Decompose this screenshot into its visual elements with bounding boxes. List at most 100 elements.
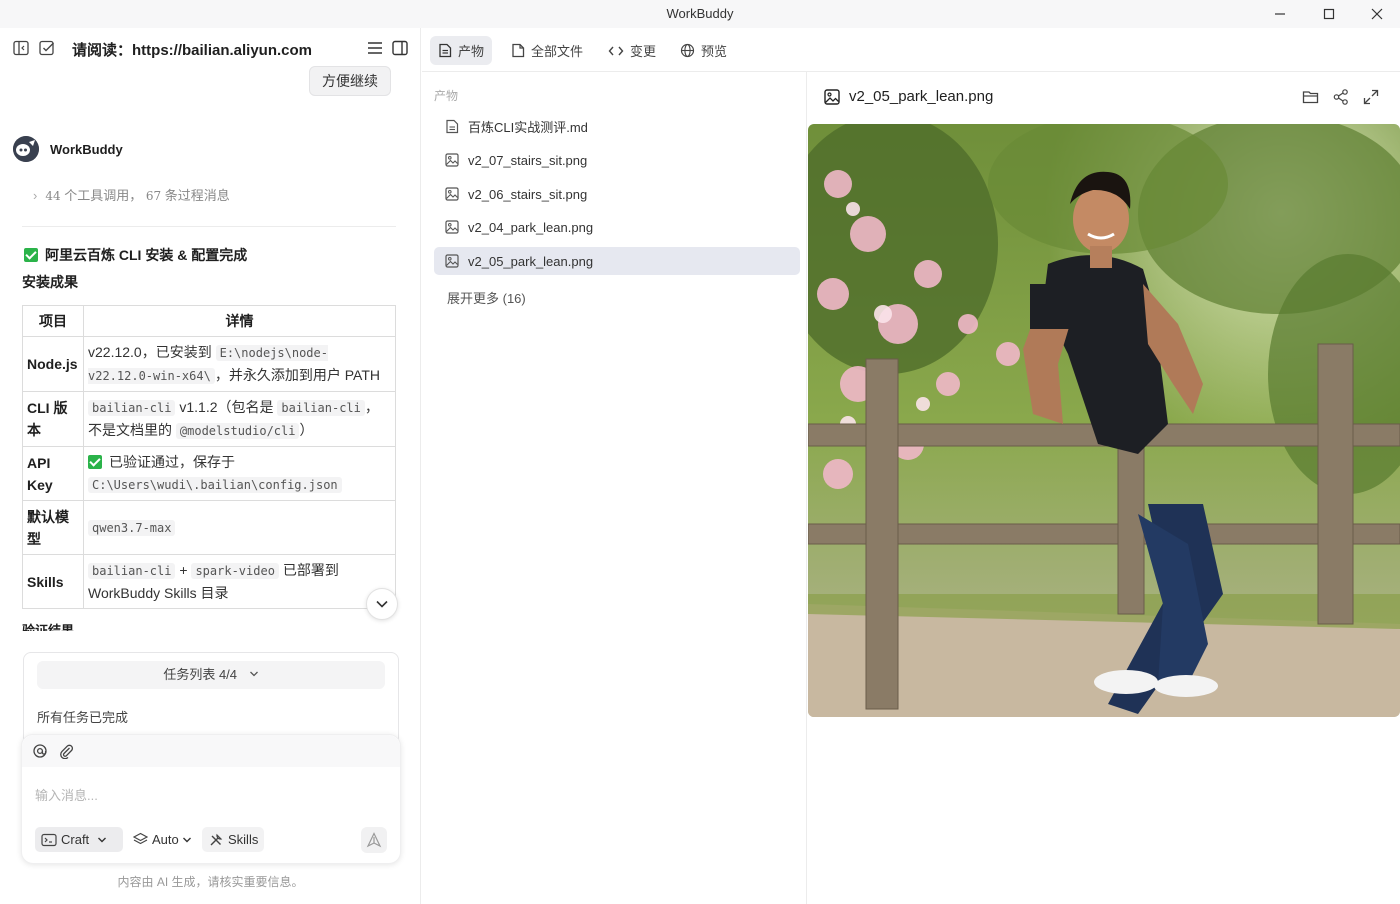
cell-code: bailian-cli — [277, 400, 365, 416]
artifact-file-list: 产物 百炼CLI实战测评.md v2_07_stairs_sit.png v2_… — [422, 72, 807, 904]
share-icon[interactable] — [1332, 88, 1350, 106]
mode-craft-select[interactable]: Craft — [35, 827, 123, 852]
agent-name: WorkBuddy — [50, 142, 123, 157]
send-button[interactable] — [361, 827, 387, 853]
table-cell-key: Node.js — [22, 336, 84, 392]
page-title: 请阅读：https://bailian.aliyun.com — [72, 42, 313, 59]
file-preview: v2_05_park_lean.png — [808, 72, 1400, 904]
table-cell-detail: qwen3.7-max — [83, 500, 396, 555]
menu-icon[interactable] — [366, 39, 384, 57]
cell-text: + — [175, 562, 192, 578]
split-view-icon[interactable] — [391, 39, 409, 57]
chevron-down-icon — [182, 837, 191, 842]
cell-code: bailian-cli — [88, 400, 176, 416]
cell-code: C:\Users\wudi\.bailian\config.json — [88, 477, 342, 493]
layers-icon — [133, 832, 148, 845]
close-button[interactable] — [1354, 0, 1400, 28]
preview-image — [808, 124, 1400, 717]
checklist-icon[interactable] — [38, 39, 56, 57]
title-bar: WorkBuddy — [0, 0, 1400, 28]
tab-all-files[interactable]: 全部文件 — [503, 36, 591, 65]
avatar — [13, 136, 39, 162]
window-title: WorkBuddy — [666, 6, 734, 21]
scroll-down-button[interactable] — [366, 588, 398, 620]
message-input[interactable] — [35, 783, 385, 807]
file-item[interactable]: v2_06_stairs_sit.png — [434, 180, 800, 208]
chevron-down-icon — [376, 600, 388, 608]
done-heading-text: 阿里云百炼 CLI 安装 & 配置完成 — [45, 247, 248, 263]
minimize-button[interactable] — [1257, 0, 1303, 28]
file-name: v2_07_stairs_sit.png — [468, 152, 588, 168]
panel-tabs: 产物 全部文件 变更 预览 — [422, 28, 1400, 72]
task-list-toggle[interactable]: 任务列表 4/4 — [37, 661, 385, 689]
file-icon — [512, 43, 525, 58]
file-item[interactable]: v2_04_park_lean.png — [434, 213, 800, 241]
maximize-icon — [1323, 8, 1335, 20]
tools-icon — [210, 833, 223, 845]
result-heading: 安装成果 — [22, 274, 78, 290]
chat-header: 请阅读：https://bailian.aliyun.com — [0, 28, 420, 68]
code-icon — [608, 46, 624, 55]
skills-label: Skills — [228, 832, 259, 847]
file-item[interactable]: 百炼CLI实战测评.md — [434, 112, 800, 140]
model-auto-select[interactable]: Auto — [127, 827, 195, 852]
skills-button[interactable]: Skills — [202, 827, 264, 852]
file-name: v2_06_stairs_sit.png — [468, 186, 588, 202]
minimize-icon — [1275, 13, 1285, 15]
tab-artifacts[interactable]: 产物 — [430, 36, 493, 65]
workbuddy-logo-icon — [13, 136, 39, 162]
globe-icon — [680, 43, 695, 58]
process-text: 条过程消息 — [164, 188, 230, 203]
cell-text: ，并永久添加到用户 PATH — [214, 367, 380, 383]
document-icon — [446, 119, 459, 133]
table-cell-detail: bailian-cli + spark-video 已部署到 WorkBuddy… — [83, 554, 396, 609]
table-cell-key: CLI 版本 — [22, 391, 84, 447]
cell-code: spark-video — [191, 563, 279, 579]
table-row: Skills bailian-cli + spark-video 已部署到 Wo… — [22, 554, 396, 609]
sidebar-toggle-icon[interactable] — [12, 39, 30, 57]
image-icon — [445, 254, 459, 268]
file-item[interactable]: v2_07_stairs_sit.png — [434, 146, 800, 174]
table-row: Node.js v22.12.0，已安装到 E:\nodejs\node-v22… — [22, 336, 396, 392]
expand-icon[interactable] — [1362, 88, 1380, 106]
chevron-down-icon — [249, 671, 258, 677]
message-composer: Craft Auto Skills — [21, 734, 401, 864]
file-name: v2_04_park_lean.png — [468, 219, 594, 235]
terminal-icon — [41, 833, 57, 846]
file-item-selected[interactable]: v2_05_park_lean.png — [434, 247, 800, 275]
ai-disclaimer: 内容由 AI 生成，请核实重要信息。 — [117, 875, 304, 889]
mention-icon[interactable] — [32, 743, 48, 759]
open-folder-icon[interactable] — [1302, 88, 1320, 106]
tool-calls-count: 44 — [45, 189, 61, 203]
cell-code: bailian-cli — [88, 563, 176, 579]
done-heading: 阿里云百炼 CLI 安装 & 配置完成 — [24, 245, 247, 265]
tab-label: 产物 — [458, 44, 485, 59]
cell-text: ） — [299, 422, 314, 438]
close-icon — [1371, 8, 1383, 20]
maximize-button[interactable] — [1306, 0, 1352, 28]
results-table: 项目 详情 Node.js v22.12.0，已安装到 E:\nodejs\no… — [22, 305, 396, 609]
cell-code: @modelstudio/cli — [175, 423, 300, 439]
image-icon — [445, 153, 459, 167]
table-cell-key: 默认模型 — [22, 500, 84, 555]
continue-button[interactable]: 方便继续 — [309, 66, 391, 96]
table-cell-detail: 已验证通过，保存于 C:\Users\wudi\.bailian\config.… — [83, 446, 396, 501]
tool-calls-summary[interactable]: › 44 个工具调用， 67 条过程消息 — [33, 185, 230, 204]
chevron-down-icon — [98, 837, 107, 842]
task-list-label: 任务列表 4/4 — [163, 667, 238, 682]
file-text-icon — [439, 43, 452, 58]
expand-more-link[interactable]: 展开更多 (16) — [447, 288, 526, 307]
composer-toolbar — [22, 735, 400, 767]
cell-text: v1.1.2（包名是 — [175, 399, 278, 415]
section-heading-cut: 验证结果 — [22, 623, 75, 631]
image-icon — [445, 220, 459, 234]
tab-preview[interactable]: 预览 — [672, 36, 735, 65]
checkmark-icon — [24, 248, 38, 262]
tab-label: 预览 — [701, 44, 728, 59]
chevron-right-icon: › — [33, 188, 38, 203]
table-cell-key: Skills — [22, 554, 84, 609]
attachment-icon[interactable] — [58, 743, 74, 760]
checkmark-icon — [88, 455, 102, 469]
divider — [22, 226, 396, 227]
tab-changes[interactable]: 变更 — [600, 36, 664, 65]
